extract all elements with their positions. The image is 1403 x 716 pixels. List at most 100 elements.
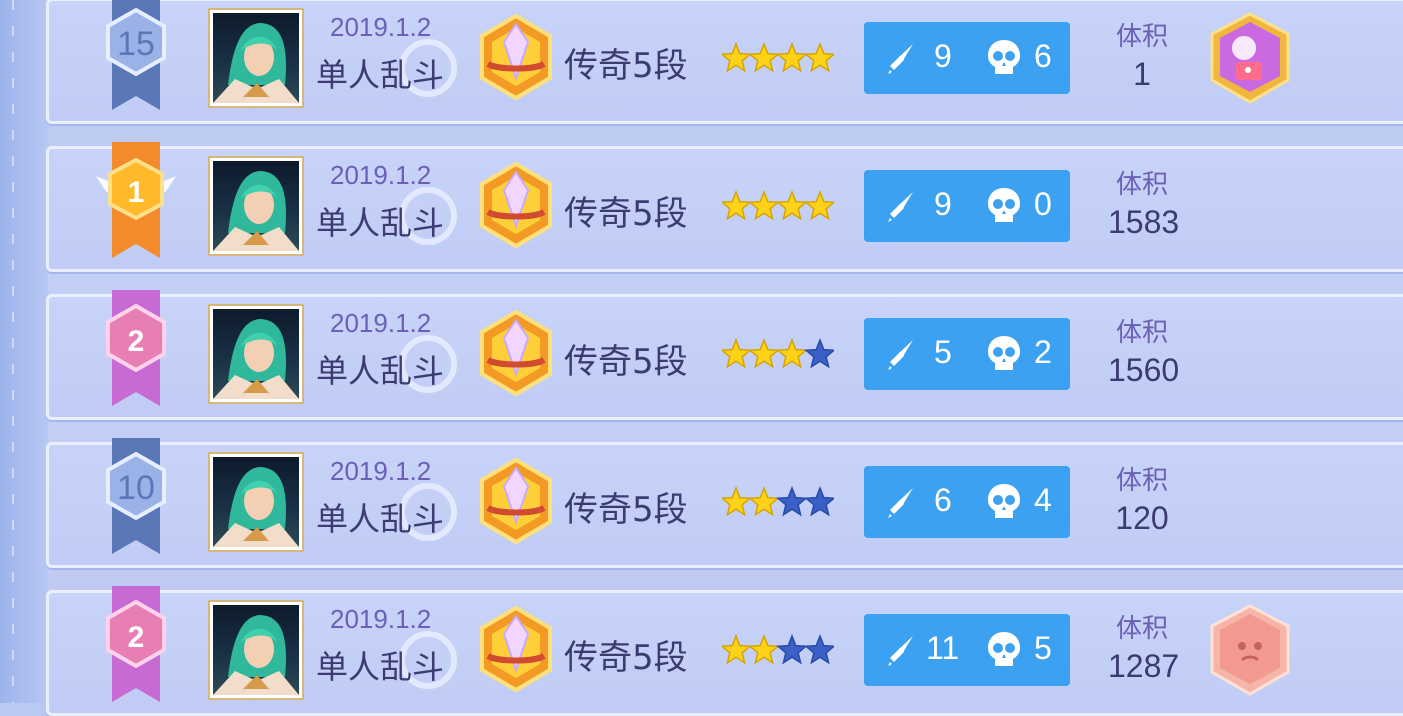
- star-icon: [748, 338, 780, 369]
- rank-badge-pink: 2: [106, 290, 166, 406]
- star-icon: [776, 338, 808, 369]
- sword-icon: [888, 488, 913, 518]
- rank-number: 1: [128, 176, 145, 209]
- tier-name: 传奇5段: [564, 490, 688, 530]
- star-empty-icon: [776, 486, 808, 517]
- volume-label: 体积: [1116, 318, 1169, 348]
- kill-death-panel: 9 6: [864, 22, 1070, 94]
- sword-icon: [888, 340, 913, 370]
- avatar[interactable]: [210, 602, 302, 698]
- kills-count: 9: [934, 38, 952, 74]
- kill-death-panel: 9 0: [864, 170, 1070, 242]
- purple-badge-icon[interactable]: [1208, 12, 1292, 104]
- tier-name: 传奇5段: [564, 46, 688, 86]
- volume-value: 1583: [1108, 204, 1180, 240]
- sword-icon: [888, 44, 913, 74]
- skull-icon: [988, 188, 1020, 222]
- kill-death-panel: 5 2: [864, 318, 1070, 390]
- volume-label: 体积: [1116, 614, 1169, 644]
- rank-badge-gold: 1: [96, 142, 176, 258]
- legend-tier-badge-icon: [480, 606, 552, 692]
- star-icon: [748, 486, 780, 517]
- kills-count: 9: [934, 186, 952, 222]
- star-icon: [722, 42, 752, 73]
- match-mode: 单人乱斗: [316, 352, 445, 390]
- legend-tier-badge-icon: [480, 458, 552, 544]
- legend-tier-badge-icon: [480, 310, 552, 396]
- rank-badge-plain: 10: [106, 438, 166, 554]
- deaths-count: 6: [1034, 38, 1052, 74]
- deaths-count: 0: [1034, 186, 1052, 222]
- match-row[interactable]: 1 2019.1.2 单人乱斗 传奇5段 9 0 体积 1583: [46, 142, 1403, 272]
- deaths-count: 2: [1034, 334, 1052, 370]
- strip-dashes: [12, 0, 14, 703]
- avatar[interactable]: [210, 158, 302, 254]
- star-empty-icon: [804, 634, 834, 665]
- deaths-count: 4: [1034, 482, 1052, 518]
- sword-icon: [888, 636, 913, 666]
- stars-rating: [722, 634, 834, 665]
- stars-rating: [722, 338, 834, 369]
- rank-number: 15: [117, 25, 155, 63]
- volume-label: 体积: [1116, 22, 1169, 52]
- left-decorative-strip: [0, 0, 48, 703]
- kill-death-panel: 6 4: [864, 466, 1070, 538]
- kill-death-panel: 11 5: [864, 614, 1070, 686]
- avatar[interactable]: [210, 10, 302, 106]
- match-mode: 单人乱斗: [316, 500, 445, 538]
- star-icon: [722, 486, 752, 517]
- match-row[interactable]: 10 2019.1.2 单人乱斗 传奇5段 6 4 体积 120: [46, 438, 1403, 568]
- rank-number: 2: [128, 325, 145, 358]
- star-empty-icon: [776, 634, 808, 665]
- star-icon: [776, 190, 808, 221]
- hero-portrait-icon: [213, 319, 299, 399]
- star-empty-icon: [804, 338, 834, 369]
- rank-badge-pink: 2: [106, 586, 166, 702]
- star-icon: [748, 190, 780, 221]
- skull-icon: [988, 484, 1020, 518]
- hero-portrait-icon: [213, 615, 299, 695]
- volume-value: 1: [1133, 56, 1151, 92]
- star-empty-icon: [804, 486, 834, 517]
- tier-name: 传奇5段: [564, 342, 688, 382]
- hero-portrait-icon: [213, 171, 299, 251]
- volume-value: 1560: [1108, 352, 1180, 388]
- sword-icon: [888, 192, 913, 222]
- star-icon: [722, 190, 752, 221]
- avatar[interactable]: [210, 454, 302, 550]
- match-row[interactable]: 2 2019.1.2 单人乱斗 传奇5段 5 2 体积 1560: [46, 290, 1403, 420]
- stars-rating: [722, 42, 834, 73]
- tier-name: 传奇5段: [564, 194, 688, 234]
- pink-badge-icon[interactable]: [1208, 604, 1292, 696]
- rank-number: 2: [128, 621, 145, 654]
- avatar[interactable]: [210, 306, 302, 402]
- star-icon: [748, 42, 780, 73]
- hero-portrait-icon: [213, 467, 299, 547]
- kills-count: 11: [926, 630, 960, 666]
- volume-value: 120: [1115, 500, 1169, 536]
- rank-badge-plain: 15: [106, 0, 166, 110]
- star-icon: [776, 42, 808, 73]
- legend-tier-badge-icon: [480, 162, 552, 248]
- star-icon: [748, 634, 780, 665]
- skull-icon: [988, 632, 1020, 666]
- stars-rating: [722, 190, 834, 221]
- star-icon: [804, 42, 834, 73]
- match-mode: 单人乱斗: [316, 648, 445, 686]
- rank-number: 10: [117, 469, 155, 507]
- skull-icon: [988, 40, 1020, 74]
- stars-rating: [722, 486, 834, 517]
- star-icon: [722, 634, 752, 665]
- star-icon: [722, 338, 752, 369]
- deaths-count: 5: [1034, 630, 1052, 666]
- kills-count: 6: [934, 482, 952, 518]
- match-mode: 单人乱斗: [316, 56, 445, 94]
- star-icon: [804, 190, 834, 221]
- legend-tier-badge-icon: [480, 14, 552, 100]
- match-mode: 单人乱斗: [316, 204, 445, 242]
- match-row[interactable]: 15 2019.1.2 单人乱斗 传奇5段 9 6 体积 1: [46, 0, 1403, 124]
- match-row[interactable]: 2 2019.1.2 单人乱斗 传奇5段 11 5 体积 1287: [46, 586, 1403, 716]
- skull-icon: [988, 336, 1020, 370]
- kills-count: 5: [934, 334, 952, 370]
- volume-value: 1287: [1108, 648, 1180, 684]
